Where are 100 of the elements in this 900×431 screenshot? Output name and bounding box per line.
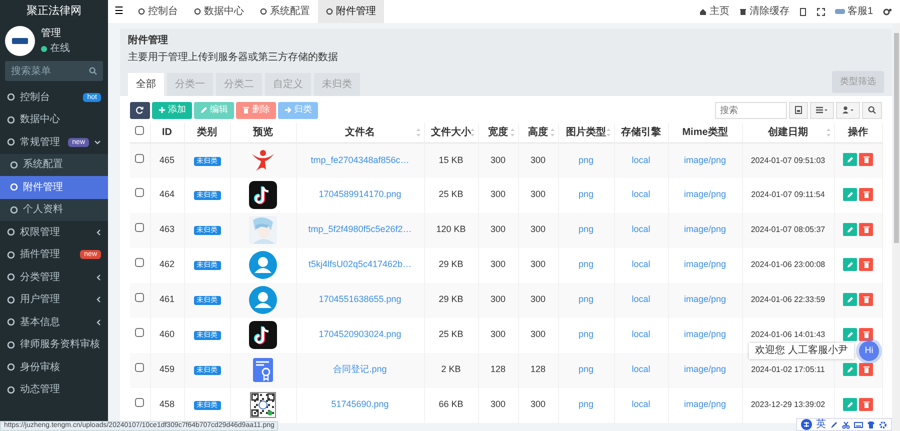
columns-button[interactable] bbox=[810, 102, 834, 118]
table-cell: 66 KB bbox=[424, 388, 478, 422]
expand-icon[interactable] bbox=[817, 8, 826, 16]
add-button[interactable]: 添加 bbox=[152, 102, 192, 118]
category-tab[interactable]: 自定义 bbox=[265, 72, 311, 96]
scrollbar[interactable] bbox=[893, 23, 900, 431]
category-tab[interactable]: 未归类 bbox=[314, 72, 360, 96]
delete-button[interactable] bbox=[859, 292, 873, 306]
row-checkbox[interactable] bbox=[135, 223, 144, 232]
nav-tab[interactable]: 附件管理 bbox=[318, 0, 384, 23]
settings-icon[interactable] bbox=[879, 420, 887, 428]
filter-link[interactable]: image/png bbox=[684, 154, 726, 165]
delete-button[interactable] bbox=[859, 188, 873, 201]
file-link[interactable]: 1704520903024.png bbox=[318, 329, 402, 340]
select-all-checkbox[interactable] bbox=[135, 126, 144, 134]
filter-link[interactable]: local bbox=[632, 259, 650, 270]
export-button[interactable] bbox=[789, 102, 808, 118]
edit-button[interactable] bbox=[843, 222, 857, 236]
settings-icon[interactable] bbox=[883, 8, 892, 16]
keyboard-icon[interactable] bbox=[854, 420, 863, 428]
edit-button[interactable] bbox=[843, 398, 857, 411]
filter-link[interactable]: image/png bbox=[684, 364, 726, 374]
filter-button[interactable]: 类型筛选 bbox=[832, 71, 884, 92]
sidebar-item[interactable]: 分类管理 bbox=[0, 266, 108, 288]
file-link[interactable]: t5kj4lfsU02q5c417462b… bbox=[308, 259, 412, 270]
edit-button[interactable] bbox=[843, 292, 857, 306]
filter-link[interactable]: image/png bbox=[684, 399, 726, 410]
search-button[interactable] bbox=[862, 102, 882, 118]
filter-link[interactable]: local bbox=[632, 364, 650, 374]
category-tab[interactable]: 分类二 bbox=[216, 72, 262, 96]
scissors-icon[interactable] bbox=[842, 420, 850, 428]
row-checkbox[interactable] bbox=[135, 398, 144, 408]
row-checkbox[interactable] bbox=[135, 293, 144, 302]
delete-button[interactable] bbox=[859, 328, 873, 341]
filter-link[interactable]: png bbox=[578, 364, 594, 374]
filter-link[interactable]: local bbox=[632, 224, 650, 234]
row-checkbox[interactable] bbox=[135, 154, 144, 163]
sidebar-item[interactable]: 权限管理 bbox=[0, 221, 108, 244]
filter-link[interactable]: png bbox=[578, 154, 594, 165]
document-icon[interactable] bbox=[799, 8, 808, 16]
row-checkbox[interactable] bbox=[135, 328, 144, 338]
file-link[interactable]: 1704589914170.png bbox=[318, 189, 402, 200]
filter-link[interactable]: image/png bbox=[684, 329, 726, 340]
delete-button[interactable] bbox=[859, 153, 873, 166]
filter-link[interactable]: image/png bbox=[684, 189, 726, 200]
delete-button[interactable] bbox=[859, 258, 873, 271]
category-tab[interactable]: 全部 bbox=[128, 72, 164, 96]
row-checkbox[interactable] bbox=[135, 363, 144, 372]
trash-icon bbox=[242, 106, 250, 114]
delete-button[interactable] bbox=[859, 222, 873, 236]
filter-link[interactable]: local bbox=[632, 189, 650, 200]
delete-button[interactable] bbox=[859, 362, 873, 376]
filter-link[interactable]: image/png bbox=[684, 259, 726, 270]
category-tab[interactable]: 分类一 bbox=[167, 72, 213, 96]
filter-link[interactable]: local bbox=[632, 399, 650, 410]
sidebar-item[interactable]: 动态管理 bbox=[0, 378, 108, 401]
table-cell: 120 KB bbox=[424, 212, 478, 248]
sidebar-item[interactable]: 身份审核 bbox=[0, 356, 108, 378]
user-menu[interactable]: 客服1 bbox=[835, 4, 873, 19]
search-field[interactable]: 搜索 bbox=[715, 102, 787, 118]
row-checkbox[interactable] bbox=[135, 258, 144, 268]
menu-button[interactable]: ☰ bbox=[108, 4, 130, 19]
edit-button[interactable] bbox=[843, 328, 857, 341]
file-link[interactable]: 合同登记.png bbox=[333, 364, 387, 374]
filter-link[interactable]: png bbox=[578, 189, 594, 200]
filter-link[interactable]: local bbox=[632, 294, 650, 304]
sidebar-item[interactable]: 基本信息 bbox=[0, 311, 108, 334]
filter-link[interactable]: png bbox=[578, 259, 594, 270]
sidebar-item[interactable]: 个人资料 bbox=[0, 198, 108, 221]
pen-icon[interactable] bbox=[830, 420, 838, 428]
filter-link[interactable]: png bbox=[578, 329, 594, 340]
search-field[interactable]: 搜索菜单 bbox=[5, 61, 103, 81]
filter-link[interactable]: image/png bbox=[684, 294, 726, 304]
edit-button[interactable] bbox=[843, 258, 857, 271]
edit-button[interactable] bbox=[843, 188, 857, 201]
nav-link[interactable]: 主页 bbox=[699, 4, 730, 19]
filter-link[interactable]: image/png bbox=[684, 224, 726, 234]
sort-icon bbox=[550, 128, 554, 136]
filter-link[interactable]: png bbox=[578, 224, 594, 234]
sidebar-item[interactable]: 律师服务资料审核 bbox=[0, 334, 108, 356]
filter-link[interactable]: local bbox=[632, 154, 650, 165]
ime-logo-icon[interactable] bbox=[801, 419, 812, 430]
filter-link[interactable]: png bbox=[578, 399, 594, 410]
shirt-icon[interactable] bbox=[867, 420, 875, 428]
sidebar-item[interactable]: 附件管理 bbox=[0, 176, 108, 198]
filter-link[interactable]: png bbox=[578, 294, 594, 304]
filter-link[interactable]: local bbox=[632, 329, 650, 340]
sidebar-item[interactable]: 数据中心 bbox=[0, 108, 108, 131]
nav-link[interactable]: 清除缓存 bbox=[739, 4, 790, 19]
sidebar-item[interactable]: 系统配置 bbox=[0, 154, 108, 176]
file-link[interactable]: 1704551638655.png bbox=[318, 294, 402, 304]
sidebar-item[interactable]: 用户管理 bbox=[0, 288, 108, 311]
row-checkbox[interactable] bbox=[135, 188, 144, 198]
delete-button[interactable] bbox=[859, 398, 873, 411]
user-filter-button[interactable] bbox=[836, 102, 860, 118]
refresh-button[interactable] bbox=[130, 102, 150, 118]
table-cell: 300 bbox=[478, 282, 518, 318]
edit-button[interactable] bbox=[843, 362, 857, 376]
edit-button[interactable] bbox=[843, 153, 857, 166]
file-link[interactable]: 51745690.png bbox=[331, 399, 389, 410]
